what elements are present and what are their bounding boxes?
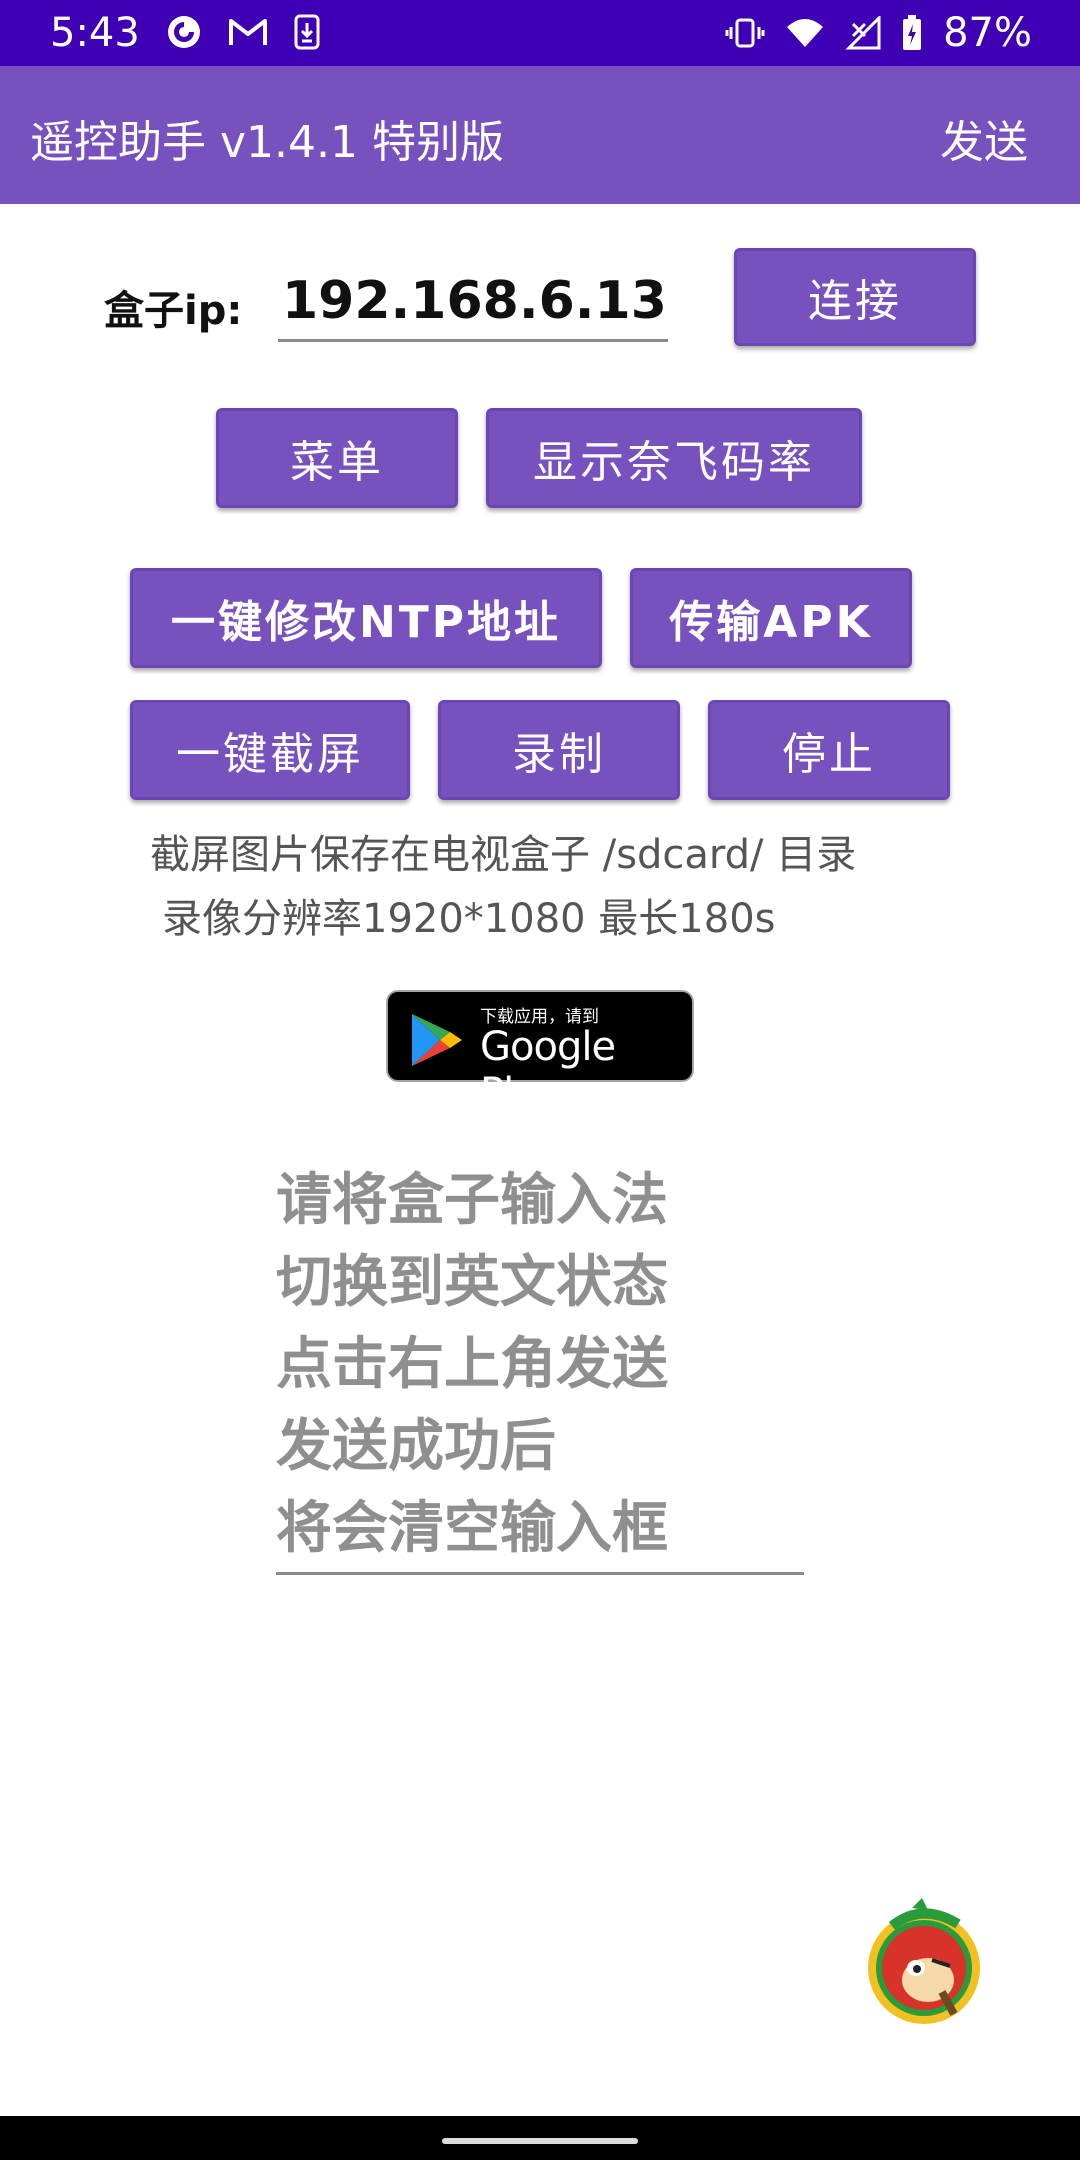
screenshot-button[interactable]: 一键截屏 (130, 700, 410, 800)
hint-line: 将会清空输入框 (276, 1496, 668, 1561)
vibrate-icon (725, 17, 765, 49)
send-button[interactable]: 发送 (940, 106, 1028, 170)
netflix-bitrate-button[interactable]: 显示奈飞码率 (486, 408, 862, 508)
transfer-apk-button[interactable]: 传输APK (630, 568, 912, 668)
wifi-icon (785, 17, 825, 49)
home-gesture-handle[interactable] (442, 2138, 638, 2144)
hint-line: 点击右上角发送 (276, 1332, 668, 1397)
download-icon (294, 14, 320, 50)
google-play-icon (412, 1014, 462, 1066)
google-play-text: Google Play (480, 1024, 616, 1116)
status-bar: 5:43 87% (0, 0, 1080, 66)
app-bar: 遥控助手 v1.4.1 特别版 发送 (0, 66, 1080, 204)
signal-icon (845, 16, 881, 50)
hint-line: 请将盒子输入法 (276, 1168, 668, 1233)
hint-line: 切换到英文状态 (276, 1250, 668, 1315)
screenshot-path-info: 截屏图片保存在电视盒子 /sdcard/ 目录 (150, 832, 857, 878)
app-title: 遥控助手 v1.4.1 特别版 (30, 117, 504, 168)
record-resolution-info: 录像分辨率1920*1080 最长180s (162, 896, 776, 942)
ntp-button[interactable]: 一键修改NTP地址 (130, 568, 602, 668)
battery-icon (901, 14, 923, 52)
mascot-float-icon[interactable] (862, 1896, 992, 2032)
gmail-icon (228, 16, 268, 48)
record-button[interactable]: 录制 (438, 700, 680, 800)
ip-input[interactable] (278, 262, 668, 342)
google-play-badge[interactable]: 下载应用，请到 Google Play (386, 990, 694, 1116)
hint-line: 发送成功后 (276, 1414, 556, 1479)
message-input[interactable]: 请将盒子输入法 切换到英文状态 点击右上角发送 发送成功后 将会清空输入框 (276, 1160, 804, 1575)
menu-button[interactable]: 菜单 (216, 408, 458, 508)
stop-button[interactable]: 停止 (708, 700, 950, 800)
status-time: 5:43 (50, 10, 140, 56)
pocket-casts-icon (166, 14, 202, 50)
ip-label: 盒子ip: (104, 288, 243, 334)
battery-percent: 87% (943, 10, 1032, 56)
connect-button[interactable]: 连接 (734, 248, 976, 346)
